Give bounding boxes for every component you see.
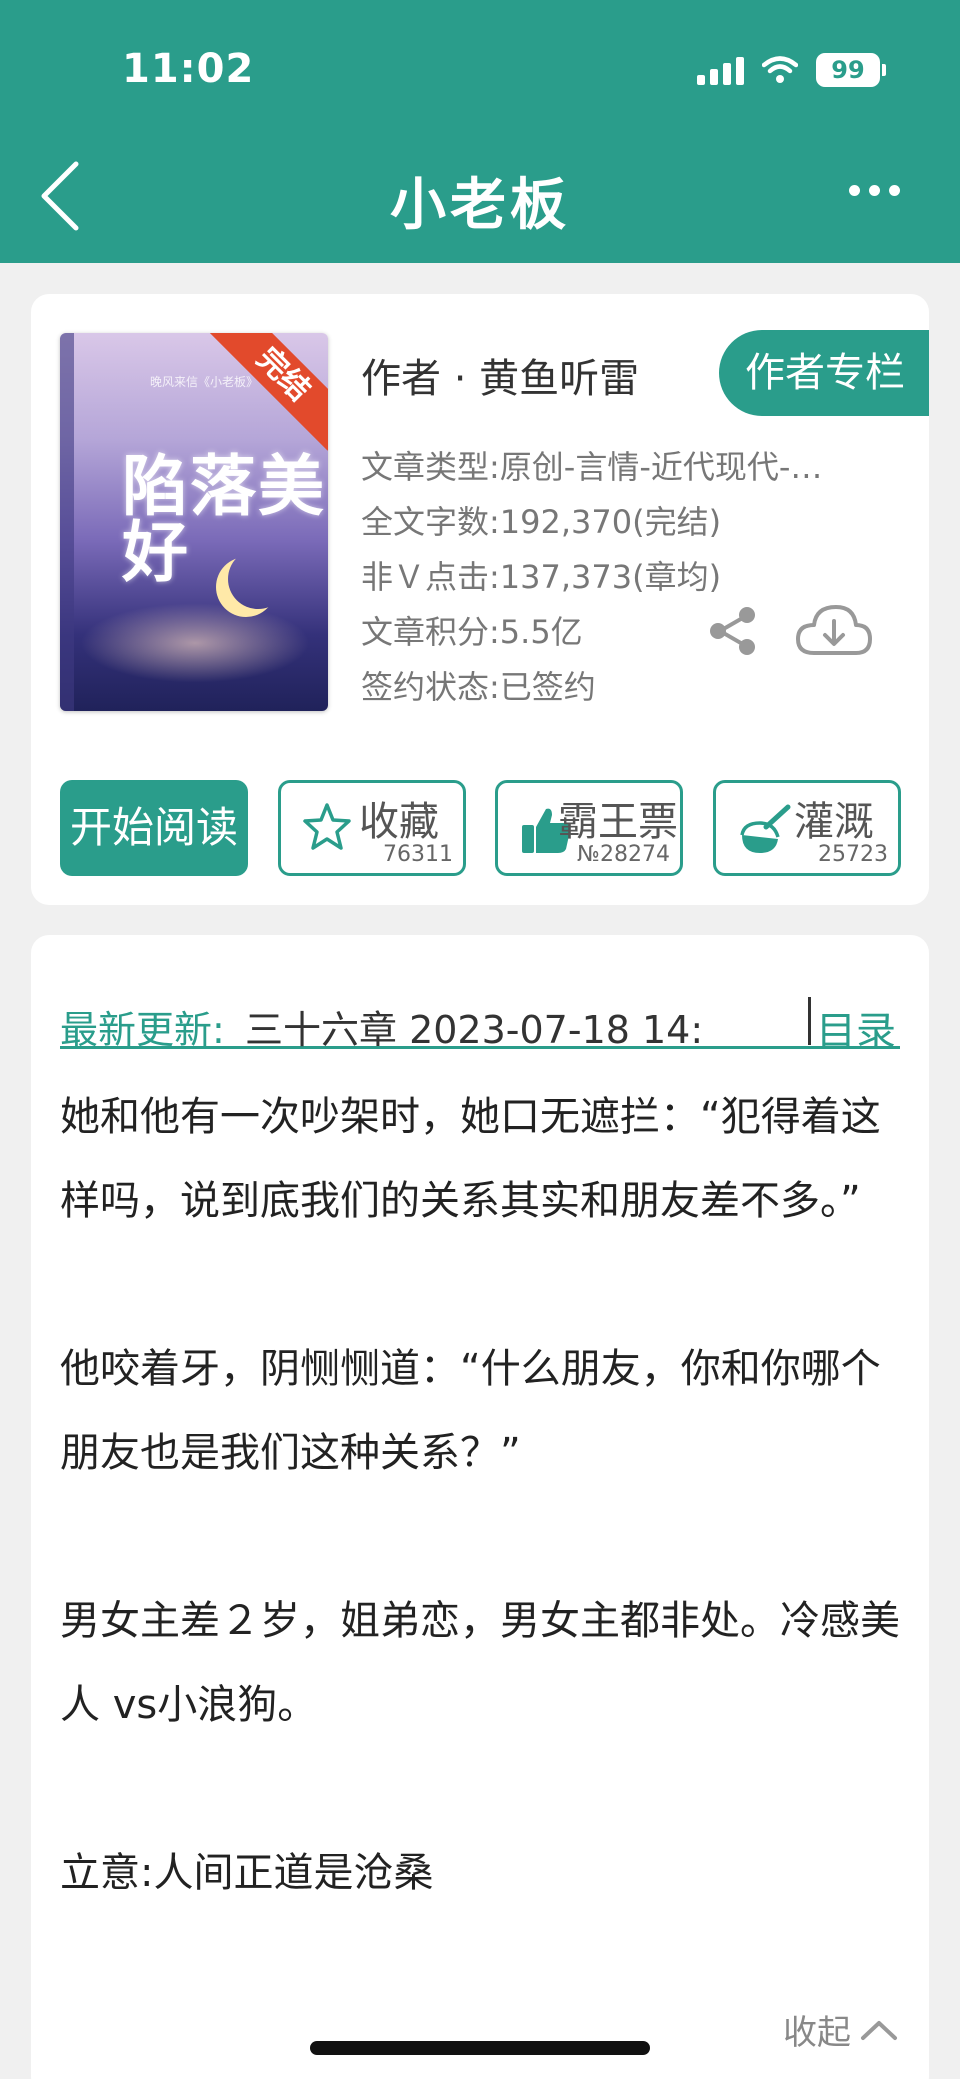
- vote-count: №28274: [577, 842, 670, 867]
- more-dot-icon: [889, 185, 900, 196]
- home-indicator[interactable]: [310, 2041, 650, 2055]
- meta-contract-status: 签约状态:已签约: [361, 668, 596, 706]
- completed-ribbon: 完结: [207, 333, 328, 451]
- latest-update-row[interactable]: 最新更新: 三十六章 2023-07-18 14: 目录: [60, 965, 900, 1055]
- meta-word-count: 全文字数:192,370(完结): [361, 503, 722, 541]
- synopsis-card: 最新更新: 三十六章 2023-07-18 14: 目录 她和他有一次吵架时，她…: [31, 935, 929, 2079]
- download-button[interactable]: [794, 599, 874, 663]
- collect-label: 收藏: [359, 799, 439, 845]
- chevron-up-icon: [861, 2020, 897, 2040]
- battery-icon: 99: [816, 53, 886, 87]
- more-dot-icon: [849, 185, 860, 196]
- author-name[interactable]: 作者 · 黄鱼听雷: [361, 346, 639, 404]
- page-title: 小老板: [390, 173, 570, 238]
- cover-title: 陷落美好: [122, 447, 326, 591]
- cloud-download-icon: [796, 605, 872, 655]
- latest-update-label: 最新更新:: [60, 1008, 225, 1052]
- synopsis-blank: [60, 1495, 910, 1579]
- cover-spine: [60, 333, 74, 711]
- nutrient-button[interactable]: 灌溉 25723: [713, 780, 901, 876]
- signal-icon: [697, 55, 744, 85]
- vote-button[interactable]: 霸王票 №28274: [495, 780, 683, 876]
- collect-count: 76311: [383, 842, 453, 867]
- cover-glow: [80, 603, 310, 683]
- start-reading-button[interactable]: 开始阅读: [60, 780, 248, 876]
- synopsis-paragraph: 她和他有一次吵架时，她口无遮拦：“犯得着这样吗，说到底我们的关系其实和朋友差不多…: [60, 1094, 881, 1224]
- wifi-icon: [762, 56, 798, 83]
- collapse-button[interactable]: 收起: [783, 2005, 899, 2054]
- collect-button[interactable]: 收藏 76311: [278, 780, 466, 876]
- synopsis-paragraph: 立意:人间正道是沧桑: [60, 1850, 434, 1896]
- vote-label: 霸王票: [558, 799, 678, 845]
- status-icons: 99: [697, 52, 886, 88]
- table-of-contents-button[interactable]: 目录: [816, 999, 896, 1057]
- author-column-button[interactable]: 作者专栏: [719, 330, 929, 416]
- book-cover[interactable]: 晚风来信《小老板》 陷落美好 完结: [60, 333, 328, 711]
- synopsis-paragraph: 他咬着牙，阴恻恻道：“什么朋友，你和你哪个朋友也是我们这种关系？”: [60, 1346, 881, 1476]
- app-header: 11:02 99 小老板: [0, 0, 960, 263]
- status-time: 11:02: [122, 46, 255, 92]
- nutrient-label: 灌溉: [794, 799, 874, 845]
- synopsis-blank: [60, 1243, 910, 1327]
- synopsis-paragraph: 男女主差２岁，姐弟恋，男女主都非处。冷感美人 vs小浪狗。: [60, 1598, 900, 1728]
- share-button[interactable]: [706, 604, 760, 658]
- synopsis-text: 她和他有一次吵架时，她口无遮拦：“犯得着这样吗，说到底我们的关系其实和朋友差不多…: [60, 1075, 910, 1915]
- divider: [808, 997, 811, 1045]
- meta-clicks: 非Ｖ点击:137,373(章均): [361, 558, 722, 596]
- meta-genre: 文章类型:原创-言情-近代现代-…: [361, 448, 823, 486]
- more-options-button[interactable]: [849, 185, 900, 196]
- synopsis-blank: [60, 1747, 910, 1831]
- latest-update-value[interactable]: 三十六章 2023-07-18 14:: [245, 999, 745, 1054]
- more-dot-icon: [869, 185, 880, 196]
- nutrient-count: 25723: [818, 842, 888, 867]
- share-icon: [710, 607, 755, 655]
- cover-subtitle: 晚风来信《小老板》: [150, 375, 259, 389]
- collapse-label: 收起: [783, 2013, 851, 2053]
- book-info-card: 晚风来信《小老板》 陷落美好 完结 作者 · 黄鱼听雷 作者专栏 文章类型:原创…: [31, 294, 929, 905]
